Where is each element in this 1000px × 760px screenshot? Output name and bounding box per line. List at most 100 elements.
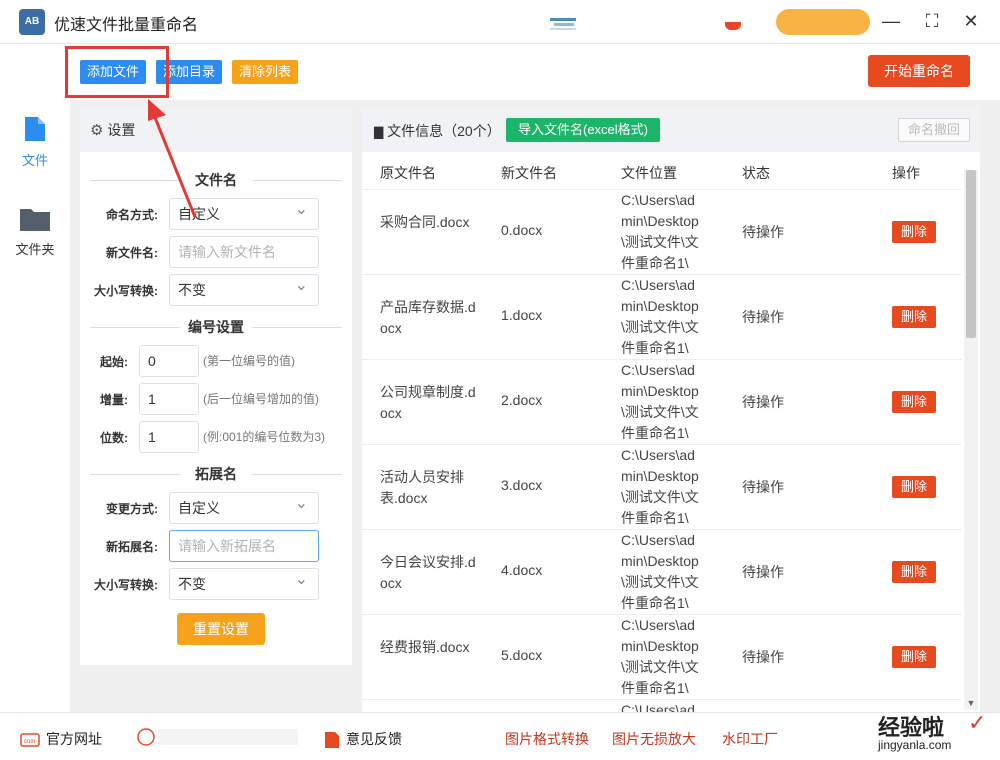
table-row: 今日会议安排.docx 4.docx C:\Users\admin\Desktop\… <box>362 530 962 615</box>
app-logo: AB <box>19 9 45 35</box>
new-ext-input[interactable]: 请输入新拓展名 <box>169 530 319 562</box>
scrollbar-thumb[interactable] <box>966 170 976 338</box>
cell-new-name: 4.docx <box>501 562 543 578</box>
file-info-title: ▇ 文件信息（20个） <box>374 121 501 141</box>
cell-original-name: 采购合同.docx <box>380 213 470 230</box>
file-info-header: ▇ 文件信息（20个） 导入文件名(excel格式) 命名撤回 <box>362 108 980 152</box>
sidebar-item-folder[interactable]: 文件夹 <box>0 206 70 258</box>
watermark-url: jingyanla.com <box>878 738 952 752</box>
cell-original-name: 活动人员安排表.docx <box>380 468 464 506</box>
checkmark-icon: ✓ <box>968 710 987 735</box>
gear-icon: ⚙ <box>90 122 104 139</box>
promo-badge[interactable] <box>725 22 741 30</box>
cell-status: 待操作 <box>742 394 784 410</box>
service-icon[interactable] <box>136 727 156 747</box>
col-new-name: 新文件名 <box>501 165 557 181</box>
import-excel-button[interactable]: 导入文件名(excel格式) <box>506 118 660 142</box>
cell-status: 待操作 <box>742 479 784 495</box>
table-scrollbar[interactable]: ▼ <box>964 170 978 710</box>
undo-rename-button: 命名撤回 <box>898 118 970 142</box>
sidebar-item-file[interactable]: 文件 <box>0 115 70 169</box>
table-row: 经费报销.docx 5.docx C:\Users\admin\Desktop\测试… <box>362 615 962 700</box>
new-ext-label: 新拓展名: <box>106 540 158 554</box>
sidebar-item-label: 文件夹 <box>15 242 55 257</box>
ext-mode-select[interactable]: 自定义 <box>169 489 319 524</box>
cell-location: C:\Users\admin\Desktop\测试文件\文件重命名1\ <box>621 447 699 526</box>
cell-location: C:\Users\admin\Desktop\测试文件\文件重命名1\ <box>621 192 699 271</box>
delete-row-button[interactable]: 删除 <box>892 221 936 243</box>
title-bar: AB 优速文件批量重命名 — ⛶ ✕ <box>0 0 1000 44</box>
digits-label: 位数: <box>100 431 128 445</box>
cell-new-name: 2.docx <box>501 392 543 408</box>
web-icon: com <box>20 733 40 748</box>
sidebar: 文件 文件夹 <box>0 100 70 712</box>
delete-row-button[interactable]: 删除 <box>892 646 936 668</box>
start-label: 起始: <box>100 355 128 369</box>
svg-text:com: com <box>24 739 35 745</box>
pdf-icon <box>325 732 339 749</box>
website-link[interactable]: com 官方网址 <box>20 729 102 749</box>
digits-input[interactable]: 1 <box>139 421 199 453</box>
minimize-button[interactable]: — <box>880 10 902 32</box>
new-name-label: 新文件名: <box>106 246 158 260</box>
cell-location: C:\Users\admin\Desktop\测试文件\文件重命名1\ <box>621 532 699 611</box>
sidebar-item-label: 文件 <box>21 153 48 168</box>
new-name-input[interactable]: 请输入新文件名 <box>169 236 319 268</box>
filename-section-title: 文件名 <box>90 170 342 190</box>
ext-case-select[interactable]: 不变 <box>169 565 319 600</box>
cell-new-name: 5.docx <box>501 647 543 663</box>
delete-row-button[interactable]: 删除 <box>892 561 936 583</box>
case-select[interactable]: 不变 <box>169 271 319 306</box>
image-convert-link[interactable]: 图片格式转换 <box>505 729 589 749</box>
start-input[interactable]: 0 <box>139 345 199 377</box>
cell-new-name: 0.docx <box>501 222 543 238</box>
table-row: 公司规章制度.docx 2.docx C:\Users\admin\Desktop\… <box>362 360 962 445</box>
col-status: 状态 <box>742 165 770 181</box>
folder-icon <box>20 209 50 231</box>
table-header: 原文件名 新文件名 文件位置 状态 操作 <box>362 152 962 190</box>
watermark-factory-link[interactable]: 水印工厂 <box>722 729 778 749</box>
feedback-link[interactable]: 意见反馈 <box>324 729 402 749</box>
cell-original-name: 经费报销.docx <box>380 638 470 655</box>
close-button[interactable]: ✕ <box>960 10 982 32</box>
delete-row-button[interactable]: 删除 <box>892 391 936 413</box>
delete-row-button[interactable]: 删除 <box>892 306 936 328</box>
table-row: 活动人员安排表.docx 3.docx C:\Users\admin\Desktop… <box>362 445 962 530</box>
annotation-highlight-box <box>65 46 169 98</box>
step-input[interactable]: 1 <box>139 383 199 415</box>
cell-location: C:\Users\admin\Desktop\测试文件\文件重命名1\ <box>621 362 699 441</box>
document-icon: ▇ <box>374 125 384 139</box>
table-row: 产品库存数据.docx 1.docx C:\Users\admin\Desktop\… <box>362 275 962 360</box>
start-rename-button[interactable]: 开始重命名 <box>868 55 970 87</box>
file-count-label: 文件信息（20个） <box>387 123 501 139</box>
file-info-panel: ▇ 文件信息（20个） 导入文件名(excel格式) 命名撤回 原文件名 新文件… <box>362 108 980 712</box>
ext-mode-label: 变更方式: <box>106 502 158 516</box>
promo-button[interactable] <box>776 9 870 35</box>
col-location: 文件位置 <box>621 165 677 181</box>
clear-list-button[interactable]: 清除列表 <box>232 60 299 84</box>
cell-location: C:\Users\ad <box>621 702 695 712</box>
start-hint: (第一位编号的值) <box>203 354 295 368</box>
image-enlarge-link[interactable]: 图片无损放大 <box>612 729 696 749</box>
file-table-body: 采购合同.docx 0.docx C:\Users\admin\Desktop\测试… <box>362 190 962 712</box>
cell-new-name: 1.docx <box>501 307 543 323</box>
cell-original-name: 产品库存数据.docx <box>380 298 476 336</box>
number-section-title: 编号设置 <box>90 317 342 337</box>
ext-section-title: 拓展名 <box>90 464 342 484</box>
cell-status: 待操作 <box>742 564 784 580</box>
feedback-label: 意见反馈 <box>346 731 402 747</box>
delete-row-button[interactable]: 删除 <box>892 476 936 498</box>
reset-settings-button[interactable]: 重置设置 <box>177 613 265 645</box>
ext-case-label: 大小写转换: <box>94 578 158 592</box>
col-action: 操作 <box>892 165 920 181</box>
app-title: 优速文件批量重命名 <box>54 17 199 34</box>
step-label: 增量: <box>100 393 128 407</box>
table-row: C:\Users\ad <box>362 700 962 712</box>
ad-banner-icon <box>550 18 576 30</box>
site-watermark: 经验啦 ✓ jingyanla.com <box>876 706 1000 760</box>
maximize-button[interactable]: ⛶ <box>921 10 943 32</box>
digits-hint: (例:001的编号位数为3) <box>203 430 326 444</box>
step-hint: (后一位编号增加的值) <box>203 392 319 406</box>
col-original-name: 原文件名 <box>380 165 436 181</box>
cell-location: C:\Users\admin\Desktop\测试文件\文件重命名1\ <box>621 277 699 356</box>
